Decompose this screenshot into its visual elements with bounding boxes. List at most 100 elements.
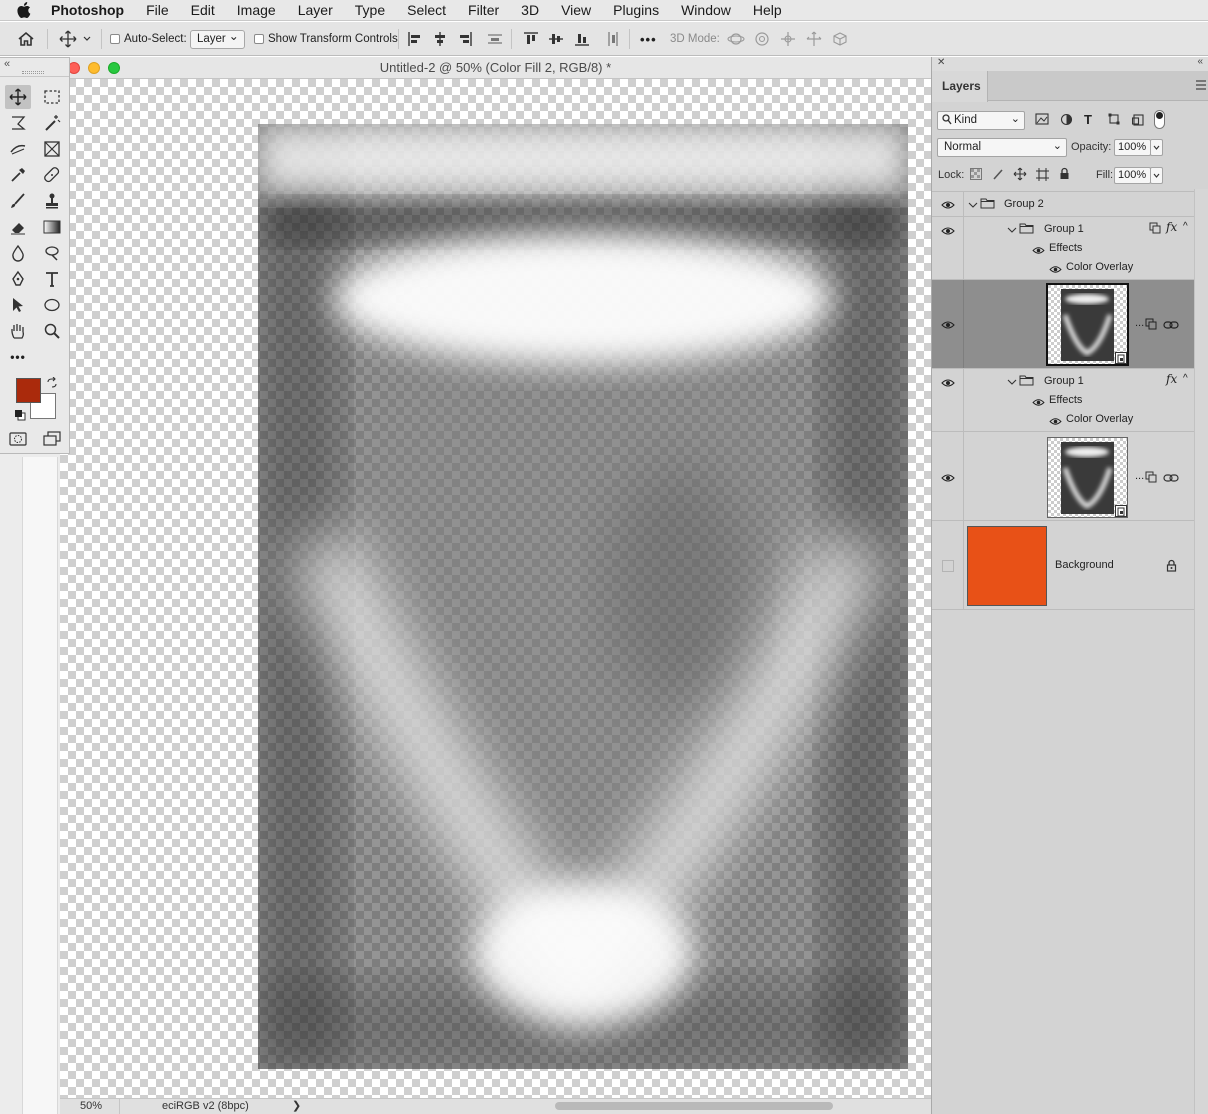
- fx-icon[interactable]: fx: [1166, 372, 1177, 386]
- more-options[interactable]: •••: [640, 22, 657, 56]
- menu-help[interactable]: Help: [742, 0, 793, 21]
- eye-visibility-icon[interactable]: [941, 377, 955, 387]
- lock-all-icon[interactable]: [1059, 167, 1070, 183]
- edit-toolbar-icon[interactable]: •••: [5, 345, 31, 369]
- lock-artboard-icon[interactable]: [1036, 168, 1049, 184]
- fx-icon[interactable]: fx: [1166, 220, 1177, 234]
- layer-row-background[interactable]: Background: [932, 521, 1194, 609]
- default-colors-icon[interactable]: [14, 409, 26, 424]
- clone-stamp-tool-icon[interactable]: [39, 189, 65, 213]
- layer-row-group2[interactable]: Group 2: [932, 192, 1194, 216]
- link-icon[interactable]: [1163, 319, 1179, 333]
- path-selection-tool-icon[interactable]: [5, 293, 31, 317]
- chevron-down-icon[interactable]: [1007, 223, 1017, 237]
- panel-menu-icon[interactable]: [1195, 79, 1207, 93]
- zoom-tool-icon[interactable]: [39, 319, 65, 343]
- crop-slice-tool-icon[interactable]: [5, 137, 31, 161]
- filter-adjustment-icon[interactable]: [1060, 113, 1073, 129]
- align-top-edges-icon[interactable]: [521, 30, 541, 48]
- distribute-horizontal-icon[interactable]: [603, 30, 623, 48]
- menu-view[interactable]: View: [550, 0, 602, 21]
- marquee-tool-icon[interactable]: [39, 85, 65, 109]
- gradient-tool-icon[interactable]: [39, 215, 65, 239]
- pen-tool-icon[interactable]: [5, 267, 31, 291]
- eyedropper-tool-icon[interactable]: [5, 163, 31, 187]
- align-horizontal-centers-icon[interactable]: [430, 30, 450, 48]
- dodge-tool-icon[interactable]: [39, 241, 65, 265]
- screen-mode-icon[interactable]: [39, 427, 65, 451]
- show-transform-checkbox[interactable]: [254, 34, 264, 44]
- horizontal-scrollbar[interactable]: [555, 1102, 833, 1110]
- document-canvas[interactable]: [60, 79, 931, 1098]
- type-tool-icon[interactable]: [39, 267, 65, 291]
- filter-shape-icon[interactable]: [1108, 113, 1120, 128]
- move-tool-preset-icon[interactable]: [58, 30, 78, 48]
- menu-plugins[interactable]: Plugins: [602, 0, 670, 21]
- align-vertical-centers-icon[interactable]: [546, 30, 566, 48]
- eye-visibility-icon[interactable]: [941, 199, 955, 209]
- align-bottom-edges-icon[interactable]: [572, 30, 592, 48]
- layer-row-group1-b[interactable]: Group 1 fx ^ Effects Color Overlay: [932, 369, 1194, 431]
- opacity-dropdown[interactable]: [1150, 139, 1163, 156]
- eye-visibility-icon[interactable]: [1049, 263, 1062, 277]
- healing-brush-tool-icon[interactable]: [39, 163, 65, 187]
- fill-dropdown[interactable]: [1150, 167, 1163, 184]
- filter-type-icon[interactable]: T: [1084, 112, 1092, 127]
- link-icon[interactable]: [1163, 472, 1179, 486]
- menu-filter[interactable]: Filter: [457, 0, 510, 21]
- lasso-tool-icon[interactable]: [5, 111, 31, 135]
- eye-visibility-icon[interactable]: [941, 319, 955, 329]
- chevron-down-icon[interactable]: [80, 30, 94, 48]
- 3d-scale-icon[interactable]: [830, 30, 850, 48]
- visibility-toggle-off[interactable]: [942, 560, 954, 572]
- layer-row-group1-a[interactable]: Group 1 fx ^ Effects Color Overlay: [932, 217, 1194, 279]
- swap-colors-icon[interactable]: [46, 376, 58, 392]
- hand-tool-icon[interactable]: [5, 319, 31, 343]
- 3d-pan-icon[interactable]: [778, 30, 798, 48]
- menu-image[interactable]: Image: [226, 0, 287, 21]
- apple-icon[interactable]: [17, 2, 37, 18]
- align-left-edges-icon[interactable]: [405, 30, 425, 48]
- chevron-down-icon[interactable]: [968, 198, 978, 212]
- layers-scrollbar[interactable]: [1194, 189, 1208, 1114]
- eye-visibility-icon[interactable]: [1049, 415, 1062, 429]
- menu-photoshop[interactable]: Photoshop: [51, 0, 135, 21]
- menu-edit[interactable]: Edit: [180, 0, 226, 21]
- 3d-slide-icon[interactable]: [804, 30, 824, 48]
- filter-smart-object-icon[interactable]: [1131, 112, 1144, 129]
- auto-select-dropdown[interactable]: Layer: [190, 28, 245, 49]
- menu-type[interactable]: Type: [344, 0, 396, 21]
- menu-layer[interactable]: Layer: [287, 0, 344, 21]
- filter-toggle-switch[interactable]: [1154, 110, 1165, 129]
- collapse-panel-icon[interactable]: «: [1197, 56, 1203, 67]
- menu-window[interactable]: Window: [670, 0, 742, 21]
- auto-select-checkbox[interactable]: [110, 34, 120, 44]
- eye-visibility-icon[interactable]: [941, 225, 955, 235]
- magic-wand-tool-icon[interactable]: [39, 111, 65, 135]
- collapse-panel-icon[interactable]: «: [4, 58, 10, 70]
- align-right-edges-icon[interactable]: [455, 30, 475, 48]
- close-panel-icon[interactable]: ✕: [937, 57, 945, 68]
- layer-row-smart-object-selected[interactable]: ...: [932, 280, 1194, 368]
- menu-select[interactable]: Select: [396, 0, 457, 21]
- eraser-tool-icon[interactable]: [5, 215, 31, 239]
- panel-grip[interactable]: [22, 71, 44, 74]
- move-tool-icon[interactable]: [5, 85, 31, 109]
- eye-visibility-icon[interactable]: [1032, 244, 1045, 258]
- distribute-vertical-icon[interactable]: [485, 30, 505, 48]
- home-icon[interactable]: [16, 30, 36, 48]
- brush-tool-icon[interactable]: [5, 189, 31, 213]
- fill-input[interactable]: 100%: [1114, 167, 1151, 184]
- status-menu-arrow[interactable]: ❯: [292, 1099, 301, 1114]
- opacity-input[interactable]: 100%: [1114, 139, 1151, 156]
- filter-pixel-icon[interactable]: [1035, 113, 1049, 128]
- zoom-window-button[interactable]: [108, 62, 120, 74]
- zoom-level[interactable]: 50%: [60, 1099, 120, 1114]
- tab-layers[interactable]: Layers: [932, 71, 988, 102]
- collapse-effects-icon[interactable]: ^: [1183, 221, 1188, 232]
- 3d-orbit-icon[interactable]: [726, 30, 746, 48]
- blur-tool-icon[interactable]: [5, 241, 31, 265]
- menu-file[interactable]: File: [135, 0, 180, 21]
- lock-image-icon[interactable]: [992, 168, 1004, 183]
- chevron-down-icon[interactable]: [1007, 375, 1017, 389]
